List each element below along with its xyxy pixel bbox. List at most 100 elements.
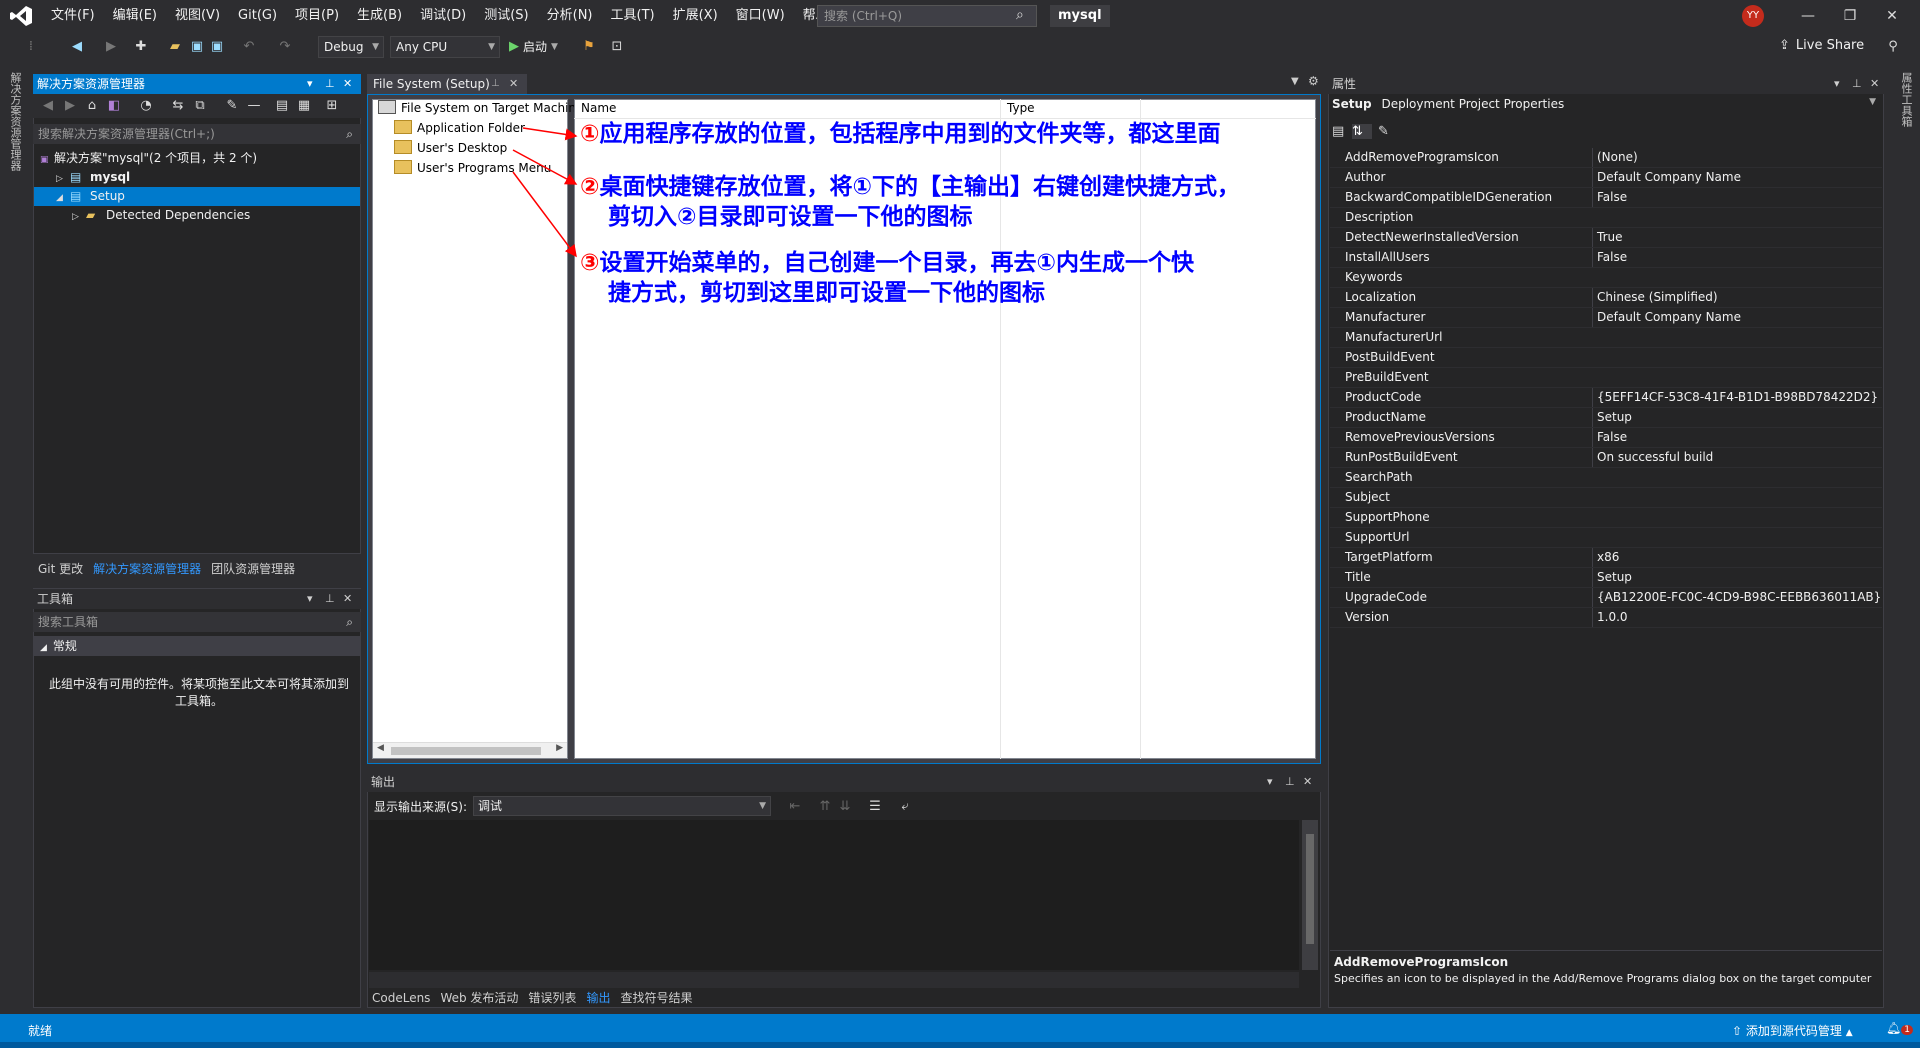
property-row[interactable]: Author Default Company Name bbox=[1330, 168, 1882, 188]
menu-item[interactable]: 工具(T) bbox=[602, 0, 664, 32]
tab-output-0[interactable]: CodeLens bbox=[367, 987, 435, 1009]
property-row[interactable]: Version 1.0.0 bbox=[1330, 608, 1882, 628]
property-row[interactable]: ManufacturerUrl bbox=[1330, 328, 1882, 348]
tab-output-2[interactable]: 错误列表 bbox=[523, 987, 581, 1009]
find-message-icon[interactable]: ⇤ bbox=[786, 798, 804, 816]
menu-item[interactable]: 编辑(E) bbox=[104, 0, 166, 32]
property-value[interactable]: x86 bbox=[1592, 548, 1619, 567]
property-row[interactable]: TargetPlatform x86 bbox=[1330, 548, 1882, 568]
tree-horizontal-scrollbar[interactable]: ◀ ▶ bbox=[373, 742, 567, 758]
menu-item[interactable]: 调试(D) bbox=[411, 0, 475, 32]
menu-item[interactable]: Git(G) bbox=[229, 0, 286, 32]
chevron-down-icon[interactable]: ▾ bbox=[307, 74, 313, 94]
property-row[interactable]: Subject bbox=[1330, 488, 1882, 508]
chevron-down-icon[interactable]: ▾ bbox=[1267, 772, 1273, 792]
property-row[interactable]: PostBuildEvent bbox=[1330, 348, 1882, 368]
new-project-icon[interactable]: ✚ bbox=[132, 38, 150, 56]
scroll-right-icon[interactable]: ▶ bbox=[556, 743, 563, 753]
property-row[interactable]: Keywords bbox=[1330, 268, 1882, 288]
tab-git-changes[interactable]: Git 更改 bbox=[33, 558, 88, 580]
close-icon[interactable]: ✕ bbox=[343, 589, 352, 609]
fs-folder-node[interactable]: User's Programs Menu bbox=[378, 158, 568, 178]
back-icon[interactable]: ◀ bbox=[39, 97, 57, 115]
preview-icon[interactable]: ⊞ bbox=[323, 97, 341, 115]
properties-object-selector[interactable]: Setup Deployment Project Properties ▼ bbox=[1332, 97, 1880, 111]
restore-icon[interactable]: ❐ bbox=[1838, 4, 1862, 28]
property-value[interactable]: Chinese (Simplified) bbox=[1592, 288, 1718, 307]
live-share-button[interactable]: ⇪ Live Share bbox=[1779, 38, 1864, 53]
property-row[interactable]: Title Setup bbox=[1330, 568, 1882, 588]
toolbox-search-input[interactable]: 搜索工具箱 ⌕ bbox=[33, 612, 361, 632]
property-row[interactable]: Description bbox=[1330, 208, 1882, 228]
menu-item[interactable]: 分析(N) bbox=[538, 0, 602, 32]
property-row[interactable]: SupportPhone bbox=[1330, 508, 1882, 528]
word-wrap-icon[interactable]: ⤶ bbox=[896, 798, 914, 816]
menu-item[interactable]: 扩展(X) bbox=[664, 0, 727, 32]
property-row[interactable]: InstallAllUsers False bbox=[1330, 248, 1882, 268]
close-icon[interactable]: ✕ bbox=[1870, 74, 1879, 94]
output-vertical-scrollbar[interactable] bbox=[1302, 820, 1318, 970]
menu-item[interactable]: 视图(V) bbox=[166, 0, 229, 32]
scroll-thumb[interactable] bbox=[1306, 834, 1314, 944]
property-row[interactable]: RunPostBuildEvent On successful build bbox=[1330, 448, 1882, 468]
tree-item[interactable]: ▣ 解决方案"mysql"(2 个项目，共 2 个) bbox=[34, 149, 360, 168]
property-value[interactable]: True bbox=[1592, 228, 1623, 247]
pin-icon[interactable]: ⊥ bbox=[1285, 772, 1295, 792]
forward-icon[interactable]: ▶ bbox=[61, 97, 79, 115]
search-input[interactable]: 搜索 (Ctrl+Q) bbox=[817, 5, 1037, 27]
property-value[interactable]: Setup bbox=[1592, 408, 1632, 427]
debug-target-icon[interactable]: ⚑ bbox=[580, 38, 598, 56]
property-row[interactable]: RemovePreviousVersions False bbox=[1330, 428, 1882, 448]
property-value[interactable]: Default Company Name bbox=[1592, 308, 1741, 327]
expand-arrow-icon[interactable]: ▷ bbox=[72, 208, 86, 227]
redo-icon[interactable]: ↷ bbox=[276, 38, 294, 56]
tab-output-4[interactable]: 查找符号结果 bbox=[615, 987, 697, 1009]
platform-select[interactable]: Any CPU ▼ bbox=[390, 36, 500, 58]
chevron-down-icon[interactable]: ▾ bbox=[307, 589, 313, 609]
output-horizontal-scrollbar[interactable] bbox=[369, 972, 1299, 988]
property-row[interactable]: Manufacturer Default Company Name bbox=[1330, 308, 1882, 328]
property-value[interactable]: False bbox=[1592, 428, 1627, 447]
tab-output-3[interactable]: 输出 bbox=[581, 987, 615, 1009]
toolbox-header[interactable]: 工具箱 ▾ ⊥ ✕ bbox=[33, 589, 361, 609]
property-value[interactable]: 1.0.0 bbox=[1592, 608, 1628, 627]
tree-item[interactable]: ▷ ▰ Detected Dependencies bbox=[34, 206, 360, 225]
search-icon[interactable]: ⌕ bbox=[346, 124, 353, 144]
gear-icon[interactable]: ⚙ bbox=[1308, 74, 1319, 88]
tree-item[interactable]: ▷ ▤ mysql bbox=[34, 168, 360, 187]
close-icon[interactable]: ✕ bbox=[343, 74, 352, 94]
tree-item[interactable]: ◢ ▤ Setup bbox=[34, 187, 360, 206]
property-row[interactable]: BackwardCompatibleIDGeneration False bbox=[1330, 188, 1882, 208]
property-value[interactable]: {AB12200E-FC0C-4CD9-B98C-EEBB636011AB} bbox=[1592, 588, 1881, 607]
pin-icon[interactable]: ⊥ bbox=[325, 589, 335, 609]
pending-changes-icon[interactable]: ◔ bbox=[137, 97, 155, 115]
property-row[interactable]: SupportUrl bbox=[1330, 528, 1882, 548]
add-to-source-control-button[interactable]: ⇧ 添加到源代码管理 ▲ bbox=[1732, 1022, 1853, 1039]
output-source-select[interactable]: 调试 ▼ bbox=[473, 796, 771, 816]
configuration-select[interactable]: Debug ▼ bbox=[318, 36, 384, 58]
property-value[interactable]: Setup bbox=[1592, 568, 1632, 587]
property-value[interactable]: False bbox=[1592, 188, 1627, 207]
chevron-down-icon[interactable]: ▼ bbox=[1291, 76, 1299, 87]
solution-search-input[interactable]: 搜索解决方案资源管理器(Ctrl+;) ⌕ bbox=[33, 124, 361, 144]
clear-all-icon[interactable]: ☰ bbox=[866, 798, 884, 816]
categorized-icon[interactable]: ▤ bbox=[1332, 124, 1352, 139]
pin-icon[interactable]: ⊥ bbox=[491, 74, 500, 94]
undo-icon[interactable]: ↶ bbox=[240, 38, 258, 56]
toolbox-group-header[interactable]: ◢ 常规 bbox=[34, 636, 360, 656]
minimize-icon[interactable]: — bbox=[1796, 4, 1820, 28]
output-header[interactable]: 输出 ▾ ⊥ ✕ bbox=[367, 772, 1321, 792]
close-icon[interactable]: ✕ bbox=[1880, 4, 1904, 28]
collapse-all-icon[interactable]: ⧉ bbox=[191, 97, 209, 115]
left-strip-tab[interactable]: 解决方案资源管理器 bbox=[9, 72, 23, 171]
tab-solution-explorer[interactable]: 解决方案资源管理器 bbox=[88, 558, 206, 580]
next-message-icon[interactable]: ⇊ bbox=[836, 798, 854, 816]
feedback-icon[interactable]: ⚲ bbox=[1884, 38, 1902, 56]
properties-wrench-icon[interactable]: ✎ bbox=[223, 97, 241, 115]
right-strip-tab[interactable]: 属性工具箱 bbox=[1898, 72, 1914, 127]
property-value[interactable]: Default Company Name bbox=[1592, 168, 1741, 187]
property-row[interactable]: SearchPath bbox=[1330, 468, 1882, 488]
menu-item[interactable]: 文件(F) bbox=[42, 0, 104, 32]
property-row[interactable]: PreBuildEvent bbox=[1330, 368, 1882, 388]
fs-folder-node[interactable]: Application Folder bbox=[378, 118, 568, 138]
